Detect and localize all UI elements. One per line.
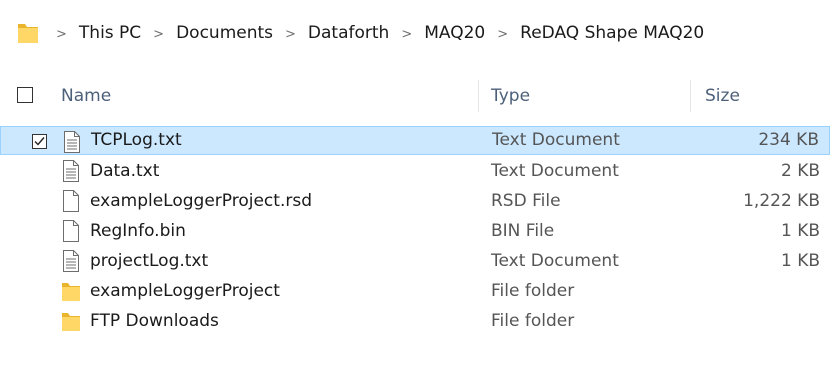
breadcrumb-item-maq20[interactable]: MAQ20 bbox=[424, 23, 485, 43]
folder-icon bbox=[61, 310, 81, 332]
file-type: File folder bbox=[491, 280, 575, 301]
column-header-name[interactable]: Name bbox=[61, 78, 111, 114]
file-size: 234 KB bbox=[758, 129, 819, 150]
folder-icon bbox=[17, 21, 39, 50]
blank-file-icon bbox=[61, 220, 81, 242]
file-row[interactable]: projectLog.txt Text Document 1 KB bbox=[0, 246, 830, 275]
row-checkbox[interactable] bbox=[32, 134, 47, 149]
file-row[interactable]: RegInfo.bin BIN File 1 KB bbox=[0, 216, 830, 245]
column-header-row: Name Type Size bbox=[0, 78, 830, 114]
file-list: TCPLog.txt Text Document 234 KB Data.txt Tex… bbox=[0, 126, 830, 336]
file-size: 2 KB bbox=[780, 160, 820, 181]
breadcrumb-item-documents[interactable]: Documents bbox=[176, 23, 273, 43]
file-row[interactable]: exampleLoggerProject.rsd RSD File 1,222 KB bbox=[0, 186, 830, 215]
chevron-right-icon[interactable]: > bbox=[56, 27, 67, 42]
column-divider[interactable] bbox=[690, 80, 691, 112]
breadcrumb-item-dataforth[interactable]: Dataforth bbox=[308, 23, 389, 43]
breadcrumb-item-redaq-shape-maq20[interactable]: ReDAQ Shape MAQ20 bbox=[520, 23, 704, 43]
file-name[interactable]: TCPLog.txt bbox=[91, 126, 182, 153]
text-document-icon bbox=[61, 160, 81, 182]
file-name[interactable]: Data.txt bbox=[90, 156, 159, 185]
file-size: 1,222 KB bbox=[743, 190, 820, 211]
file-type: File folder bbox=[491, 310, 575, 331]
chevron-right-icon[interactable]: > bbox=[497, 27, 508, 42]
file-type: RSD File bbox=[491, 190, 561, 211]
file-row[interactable]: TCPLog.txt Text Document 234 KB bbox=[0, 126, 830, 155]
file-name[interactable]: RegInfo.bin bbox=[90, 216, 186, 245]
folder-icon bbox=[61, 280, 81, 302]
column-header-size[interactable]: Size bbox=[705, 78, 740, 114]
address-bar[interactable]: > This PC > Documents > Dataforth > MAQ2… bbox=[0, 0, 830, 64]
chevron-right-icon[interactable]: > bbox=[401, 27, 412, 42]
chevron-right-icon[interactable]: > bbox=[153, 27, 164, 42]
file-name[interactable]: exampleLoggerProject.rsd bbox=[90, 186, 312, 215]
file-size: 1 KB bbox=[780, 220, 820, 241]
file-row[interactable]: exampleLoggerProject File folder bbox=[0, 276, 830, 305]
breadcrumb: > This PC > Documents > Dataforth > MAQ2… bbox=[56, 21, 704, 45]
file-type: Text Document bbox=[491, 250, 619, 271]
text-document-icon bbox=[62, 131, 82, 153]
column-header-type[interactable]: Type bbox=[491, 78, 530, 114]
select-all-checkbox[interactable] bbox=[17, 87, 33, 103]
chevron-right-icon[interactable]: > bbox=[285, 27, 296, 42]
checkmark-icon bbox=[34, 137, 45, 146]
column-divider[interactable] bbox=[478, 80, 479, 112]
file-type: BIN File bbox=[491, 220, 555, 241]
file-row[interactable]: FTP Downloads File folder bbox=[0, 306, 830, 335]
blank-file-icon bbox=[61, 190, 81, 212]
file-type: Text Document bbox=[491, 160, 619, 181]
file-name[interactable]: projectLog.txt bbox=[90, 246, 208, 275]
breadcrumb-item-this-pc[interactable]: This PC bbox=[79, 23, 141, 43]
text-document-icon bbox=[61, 250, 81, 272]
file-row[interactable]: Data.txt Text Document 2 KB bbox=[0, 156, 830, 185]
file-type: Text Document bbox=[492, 129, 620, 150]
file-name[interactable]: exampleLoggerProject bbox=[90, 276, 280, 305]
file-name[interactable]: FTP Downloads bbox=[90, 306, 219, 335]
file-size: 1 KB bbox=[780, 250, 820, 271]
